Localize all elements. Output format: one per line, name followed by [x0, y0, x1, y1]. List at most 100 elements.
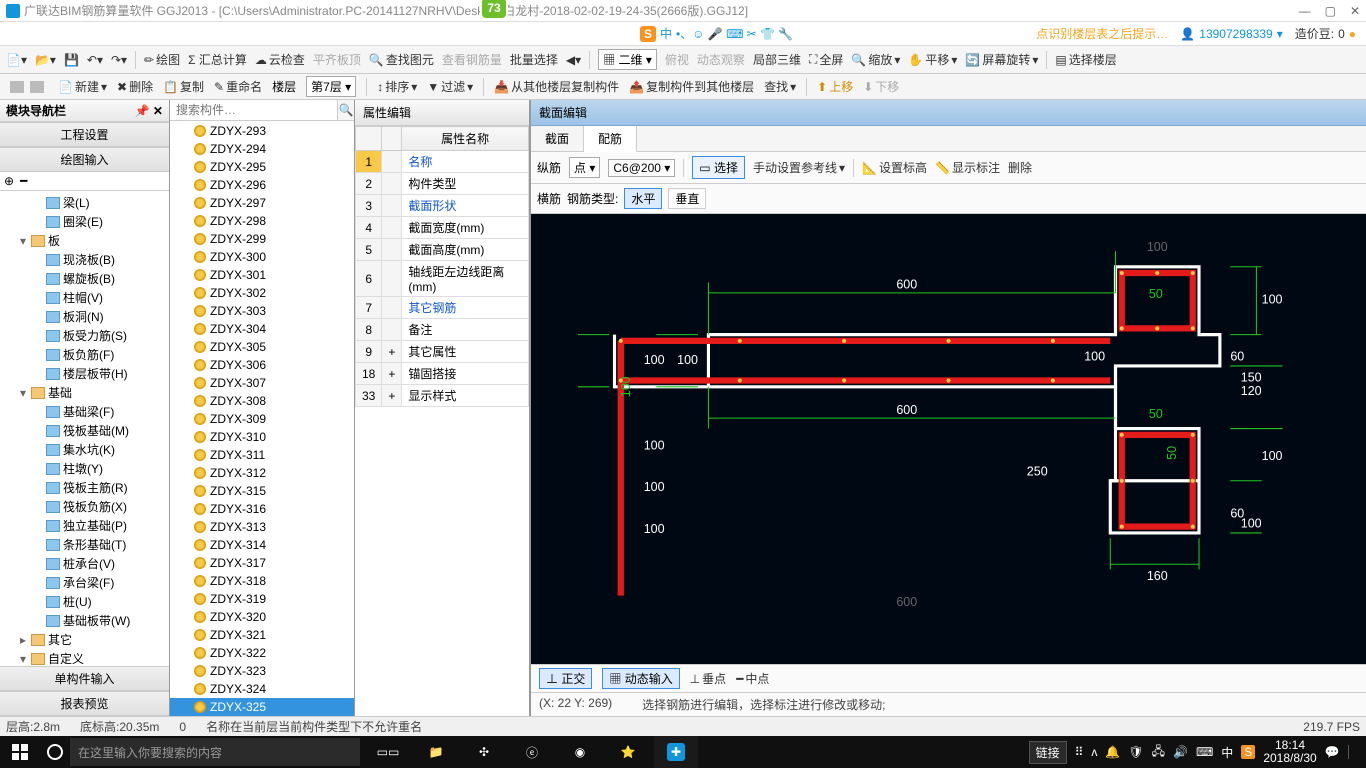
attribute-table[interactable]: 属性名称 1名称2构件类型3截面形状4截面宽度(mm)5截面高度(mm)6轴线距… — [355, 126, 529, 716]
component-item[interactable]: ZDYX-310 — [170, 428, 354, 446]
view-rebar-button[interactable]: 查看钢筋量 — [442, 51, 502, 68]
app-folder-icon[interactable]: 📁 — [414, 736, 458, 768]
copy-to-floor-button[interactable]: 📤复制构件到其他楼层 — [629, 78, 754, 95]
fullscreen-button[interactable]: ⛶全屏 — [809, 51, 843, 68]
tree-item[interactable]: ▾基础 — [2, 383, 167, 402]
component-item[interactable]: ZDYX-295 — [170, 158, 354, 176]
sum-calc-button[interactable]: Σ 汇总计算 — [188, 51, 247, 68]
pin-icon[interactable]: 📌 ✕ — [135, 104, 163, 118]
filter-button[interactable]: ▼过滤▾ — [427, 78, 473, 95]
tree-tool-1[interactable]: ⊕ — [4, 174, 14, 188]
batch-select-button[interactable]: 批量选择 — [510, 51, 558, 68]
tray-volume-icon[interactable]: 🔊 — [1173, 745, 1188, 759]
start-button[interactable] — [0, 744, 40, 760]
tree-item[interactable]: 筏板基础(M) — [2, 421, 167, 440]
show-mark-button[interactable]: 📏显示标注 — [935, 159, 1000, 176]
select-floor-button[interactable]: ▤选择楼层 — [1055, 51, 1116, 68]
component-item[interactable]: ZDYX-320 — [170, 608, 354, 626]
pan-button[interactable]: ✋平移▾ — [908, 51, 957, 68]
component-item[interactable]: ZDYX-309 — [170, 410, 354, 428]
rotate-screen-button[interactable]: 🔄屏幕旋转▾ — [965, 51, 1038, 68]
attr-row-name[interactable]: 构件类型 — [402, 173, 529, 195]
tray-bell-icon[interactable]: 🔔 — [1105, 745, 1120, 759]
vert-button[interactable]: 垂直 — [668, 188, 706, 209]
horiz-button[interactable]: 水平 — [624, 188, 662, 209]
app-glodon-icon[interactable]: ✚ — [654, 736, 698, 768]
user-id[interactable]: 👤 13907298339 ▾ — [1180, 27, 1282, 41]
close-button[interactable]: ✕ — [1350, 4, 1360, 18]
tree-item[interactable]: 独立基础(P) — [2, 516, 167, 535]
zoom-button[interactable]: 🔍缩放▾ — [851, 51, 900, 68]
component-item[interactable]: ZDYX-297 — [170, 194, 354, 212]
tray-clock[interactable]: 18:14 2018/8/30 — [1263, 739, 1316, 765]
section-report-preview[interactable]: 报表预览 — [0, 691, 169, 716]
minimize-button[interactable]: ― — [1299, 4, 1311, 18]
save-button[interactable]: 💾 — [64, 53, 79, 67]
local-3d-button[interactable]: 局部三维 — [753, 51, 801, 68]
tray-link-label[interactable]: 链接 — [1029, 741, 1067, 764]
component-list[interactable]: ZDYX-292ZDYX-293ZDYX-294ZDYX-295ZDYX-296… — [170, 121, 354, 716]
component-item[interactable]: ZDYX-323 — [170, 662, 354, 680]
redo-button[interactable]: ↷▾ — [111, 53, 127, 67]
attr-row-name[interactable]: 截面宽度(mm) — [402, 217, 529, 239]
find-view-button[interactable]: 🔍查找图元 — [369, 51, 434, 68]
component-item[interactable]: ZDYX-313 — [170, 518, 354, 536]
tray-keyboard-icon[interactable]: ⌨ — [1196, 745, 1213, 759]
top-view-button[interactable]: 俯视 — [665, 51, 689, 68]
tree-item[interactable]: 柱帽(V) — [2, 288, 167, 307]
tree-item[interactable]: ▸其它 — [2, 630, 167, 649]
tree-item[interactable]: 楼层板带(H) — [2, 364, 167, 383]
new-component-button[interactable]: 📄新建▾ — [58, 78, 107, 95]
tree-item[interactable]: 桩(U) — [2, 592, 167, 611]
component-item[interactable]: ZDYX-317 — [170, 554, 354, 572]
mid-snap-button[interactable]: ━ 中点 — [736, 670, 769, 687]
tree-item[interactable]: 筏板负筋(X) — [2, 497, 167, 516]
component-item[interactable]: ZDYX-316 — [170, 500, 354, 518]
component-item[interactable]: ZDYX-308 — [170, 392, 354, 410]
tree-item[interactable]: ▾自定义 — [2, 649, 167, 666]
task-view-icon[interactable]: ▭▭ — [366, 736, 410, 768]
tray-ime-lang[interactable]: 中 — [1221, 744, 1233, 761]
tree-item[interactable]: 桩承台(V) — [2, 554, 167, 573]
tray-notification-icon[interactable]: 💬 — [1325, 745, 1340, 759]
tree-tool-2[interactable]: ━ — [20, 174, 27, 188]
section-single-input[interactable]: 单构件输入 — [0, 666, 169, 691]
app-fan-icon[interactable]: ✣ — [462, 736, 506, 768]
taskbar-search[interactable]: 在这里输入你要搜索的内容 — [70, 738, 360, 766]
paint-tool[interactable]: ✏绘图 — [144, 51, 180, 68]
show-desktop[interactable] — [1348, 745, 1358, 759]
maximize-button[interactable]: ▢ — [1325, 4, 1336, 18]
floor-select[interactable]: 第7层 ▾ — [306, 76, 356, 97]
tree-item[interactable]: 基础板带(W) — [2, 611, 167, 630]
tray-net-icon[interactable]: 🖧 — [1152, 742, 1165, 763]
app-star-icon[interactable]: ⭐ — [606, 736, 650, 768]
attr-row-name[interactable]: 其它钢筋 — [402, 297, 529, 319]
attr-row-name[interactable]: 备注 — [402, 319, 529, 341]
tip-message[interactable]: 点识别楼层表之后提示… — [1036, 25, 1168, 42]
component-item[interactable]: ZDYX-306 — [170, 356, 354, 374]
attr-row-name[interactable]: 截面形状 — [402, 195, 529, 217]
component-item[interactable]: ZDYX-319 — [170, 590, 354, 608]
copy-from-floor-button[interactable]: 📥从其他楼层复制构件 — [494, 78, 619, 95]
component-item[interactable]: ZDYX-312 — [170, 464, 354, 482]
search-input[interactable] — [170, 100, 337, 120]
dyn-input-button[interactable]: ▦ 动态输入 — [602, 668, 679, 689]
nav-prev-button[interactable]: ◀▾ — [566, 53, 581, 67]
tree-item[interactable]: 板洞(N) — [2, 307, 167, 326]
tab-rebar[interactable]: 配筋 — [584, 126, 637, 152]
tree-item[interactable]: 板受力筋(S) — [2, 326, 167, 345]
component-item[interactable]: ZDYX-303 — [170, 302, 354, 320]
component-item[interactable]: ZDYX-298 — [170, 212, 354, 230]
tree-item[interactable]: 柱墩(Y) — [2, 459, 167, 478]
tab-section[interactable]: 截面 — [531, 126, 584, 151]
view-2d-select[interactable]: ▦ 二维 ▾ — [598, 49, 657, 70]
search-button[interactable]: 🔍 — [337, 100, 354, 120]
section-project-settings[interactable]: 工程设置 — [0, 122, 169, 147]
tray-shield-icon[interactable]: 🛡 — [1128, 745, 1143, 759]
cortana-button[interactable] — [40, 744, 70, 760]
ortho-button[interactable]: ⊥ 正交 — [539, 668, 592, 689]
attr-row-name[interactable]: 其它属性 — [402, 341, 529, 363]
section-draw-input[interactable]: 绘图输入 — [0, 147, 169, 172]
move-up-button[interactable]: ⬆上移 — [817, 78, 853, 95]
delete-button[interactable]: ✖删除 — [117, 78, 153, 95]
